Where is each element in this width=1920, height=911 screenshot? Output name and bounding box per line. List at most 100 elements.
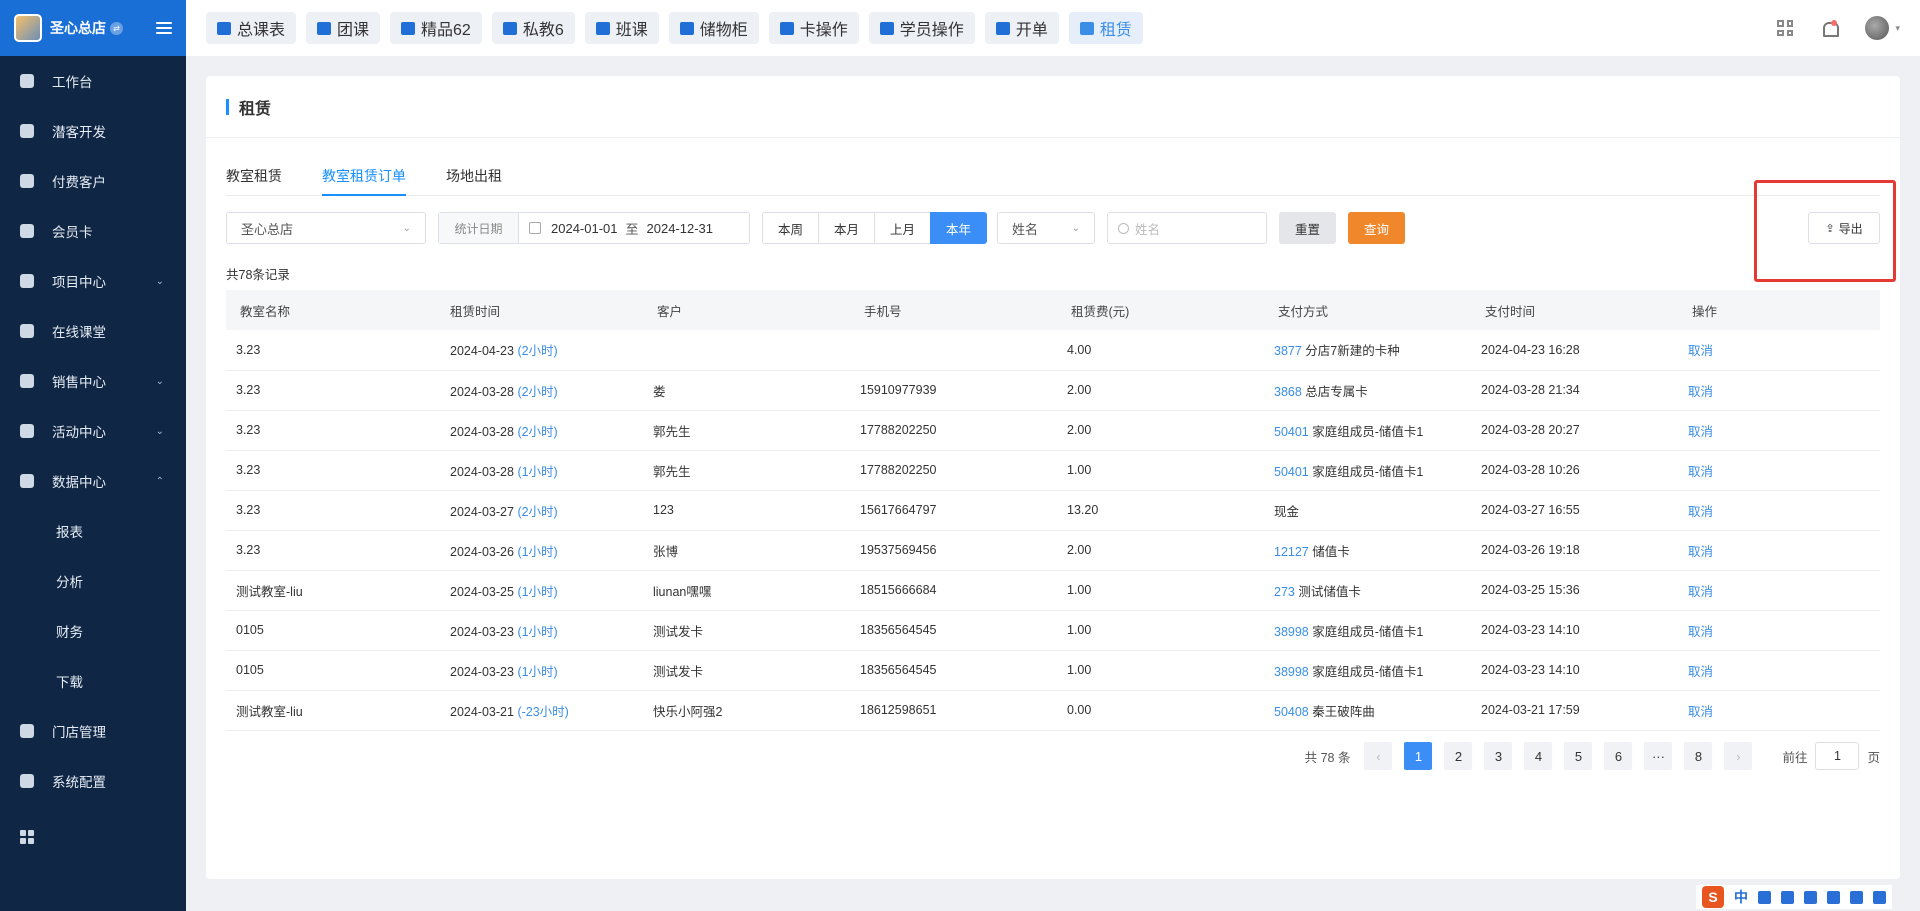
cancel-link[interactable]: 取消 [1688,545,1713,559]
store-select[interactable]: 圣心总店 ⌄ [226,212,426,244]
action-cell: 取消 [1678,690,1880,731]
payment-card-id[interactable]: 38998 [1274,665,1309,679]
sidebar-item[interactable]: 潜客开发 [0,106,186,156]
top-tab[interactable]: 储物柜 [668,12,759,44]
top-tab[interactable]: 开单 [984,12,1059,44]
subtab[interactable]: 教室租赁 [226,156,282,195]
sidebar-item[interactable]: 系统配置 [0,756,186,806]
sidebar-item[interactable]: 销售中心 ⌄ [0,356,186,406]
subtab[interactable]: 教室租赁订单 [322,156,406,196]
user-avatar[interactable] [1865,16,1890,40]
cancel-link[interactable]: 取消 [1688,625,1713,639]
prev-page-button[interactable]: ‹ [1364,742,1393,770]
sidebar-item[interactable]: 项目中心 ⌄ [0,256,186,306]
payment-card-id[interactable]: 50401 [1274,465,1309,479]
cancel-link[interactable]: 取消 [1688,465,1713,479]
payment-card-id[interactable]: 38998 [1274,625,1309,639]
cancel-link[interactable]: 取消 [1688,425,1713,439]
skin-icon[interactable] [1827,890,1840,904]
keyboard-icon[interactable] [1804,890,1817,904]
cancel-link[interactable]: 取消 [1688,505,1713,519]
subtab[interactable]: 场地出租 [446,156,502,195]
table-row: 3.23 2024-03-28 (1小时) 郭先生 17788202250 1.00 50… [226,450,1880,491]
rent-date: 2024-03-25 [450,584,514,599]
page-button[interactable]: 4 [1524,742,1553,770]
search-input[interactable]: 姓名 [1107,212,1267,244]
top-tab[interactable]: 租赁 [1068,12,1143,44]
top-tab[interactable]: 团课 [306,12,381,44]
ime-mode[interactable]: 中 [1734,887,1748,907]
top-tab[interactable]: 学员操作 [868,12,975,44]
top-tab[interactable]: 总课表 [206,12,297,44]
top-tab-label: 精品62 [421,22,471,39]
sidebar-item[interactable]: 门店管理 [0,706,186,756]
page-title: 租赁 [239,100,272,118]
payment-card-id[interactable]: 12127 [1274,545,1309,559]
sidebar-item[interactable]: 下载 [0,656,186,706]
cancel-link[interactable]: 取消 [1688,385,1713,399]
ime-menu-icon[interactable] [1873,890,1886,904]
room-name: 3.23 [226,450,436,491]
payment-card-id[interactable]: 3868 [1274,385,1302,399]
page-button[interactable]: ··· [1644,742,1673,770]
date-range-picker[interactable]: 统计日期 2024-01-01 至 2024-12-31 [438,212,750,244]
page-button[interactable]: 8 [1684,742,1713,770]
sidebar-item[interactable]: 报表 [0,506,186,556]
goto-page-input[interactable]: 1 [1815,742,1860,770]
payment-card-id[interactable]: 273 [1274,585,1295,599]
top-tab[interactable]: 班课 [584,12,659,44]
cancel-link[interactable]: 取消 [1688,665,1713,679]
page-button[interactable]: 2 [1444,742,1473,770]
page-button[interactable]: 6 [1604,742,1633,770]
period-button[interactable]: 上月 [874,212,931,244]
microphone-icon[interactable] [1781,890,1794,904]
avatar-caret-icon[interactable]: ▾ [1895,23,1900,34]
star-icon [401,21,416,35]
payment-card-id[interactable]: 50408 [1274,705,1309,719]
period-button[interactable]: 本年 [930,212,987,244]
qrcode-icon[interactable] [1777,20,1794,36]
sogou-logo[interactable]: S [1702,886,1724,908]
rent-duration: (1小时) [517,624,558,639]
apps-grid-icon[interactable] [20,830,34,844]
sidebar-item-label: 分析 [56,575,83,590]
action-cell: 取消 [1678,330,1880,371]
sidebar-item[interactable]: 会员卡 [0,206,186,256]
sidebar-item[interactable]: 财务 [0,606,186,656]
notification-bell-icon[interactable] [1821,19,1840,37]
next-page-button[interactable]: › [1724,742,1753,770]
top-tab[interactable]: 精品62 [390,12,482,44]
query-button[interactable]: 查询 [1348,212,1406,244]
top-tab[interactable]: 私教6 [491,12,575,44]
menu-toggle-icon[interactable] [156,22,172,34]
sidebar-item[interactable]: 分析 [0,556,186,606]
top-tab[interactable]: 卡操作 [768,12,859,44]
punctuation-icon[interactable] [1758,890,1771,904]
period-button[interactable]: 本周 [762,212,819,244]
reset-button[interactable]: 重置 [1279,212,1337,244]
cancel-link[interactable]: 取消 [1688,344,1713,358]
sidebar-item[interactable]: 数据中心 ⌃ [0,456,186,506]
page-button[interactable]: 3 [1484,742,1513,770]
phone-number: 18356564545 [850,610,1057,651]
payment-name: 家庭组成员-储值卡1 [1312,424,1424,439]
sidebar-item[interactable]: 工作台 [0,56,186,106]
cancel-link[interactable]: 取消 [1688,585,1713,599]
payment-card-id[interactable]: 3877 [1274,344,1302,358]
period-button[interactable]: 本月 [818,212,875,244]
cancel-link[interactable]: 取消 [1688,705,1713,719]
sidebar-item[interactable]: 活动中心 ⌄ [0,406,186,456]
sidebar-item[interactable]: 付费客户 [0,156,186,206]
page-button[interactable]: 5 [1564,742,1593,770]
sidebar-item[interactable]: 在线课堂 [0,306,186,356]
room-name: 0105 [226,610,436,651]
switch-store-icon[interactable]: ⇄ [110,21,123,35]
payment-card-id[interactable]: 50401 [1274,425,1309,439]
payment-method: 3868 总店专属卡 [1264,370,1471,411]
field-select[interactable]: 姓名 ⌄ [997,212,1095,244]
date-range-value[interactable]: 2024-01-01 至 2024-12-31 [519,213,749,243]
toolbox-icon[interactable] [1850,890,1863,904]
table-row: 3.23 2024-03-28 (2小时) 娄 15910977939 2.00 3868… [226,370,1880,411]
page-button[interactable]: 1 [1404,742,1433,770]
field-select-value: 姓名 [1012,221,1039,237]
